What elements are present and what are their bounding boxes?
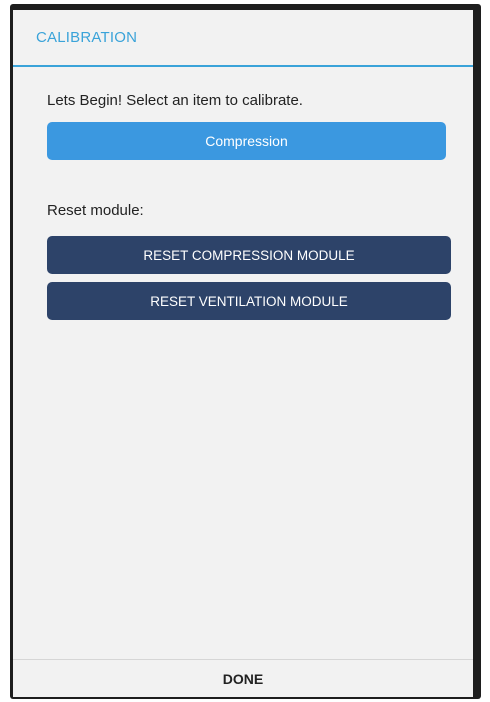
reset-ventilation-module-button[interactable]: RESET VENTILATION MODULE bbox=[47, 282, 451, 320]
calibration-dialog: CALIBRATION Lets Begin! Select an item t… bbox=[13, 10, 473, 697]
calibrate-prompt: Lets Begin! Select an item to calibrate. bbox=[47, 92, 303, 109]
dialog-footer: DONE bbox=[13, 659, 473, 697]
compression-calibrate-button[interactable]: Compression bbox=[47, 122, 446, 160]
done-button[interactable]: DONE bbox=[203, 665, 283, 693]
dialog-body: Lets Begin! Select an item to calibrate.… bbox=[13, 67, 473, 659]
dialog-title: CALIBRATION bbox=[36, 29, 138, 46]
dialog-header: CALIBRATION bbox=[13, 10, 473, 67]
reset-module-label: Reset module: bbox=[47, 202, 144, 219]
reset-compression-module-button[interactable]: RESET COMPRESSION MODULE bbox=[47, 236, 451, 274]
